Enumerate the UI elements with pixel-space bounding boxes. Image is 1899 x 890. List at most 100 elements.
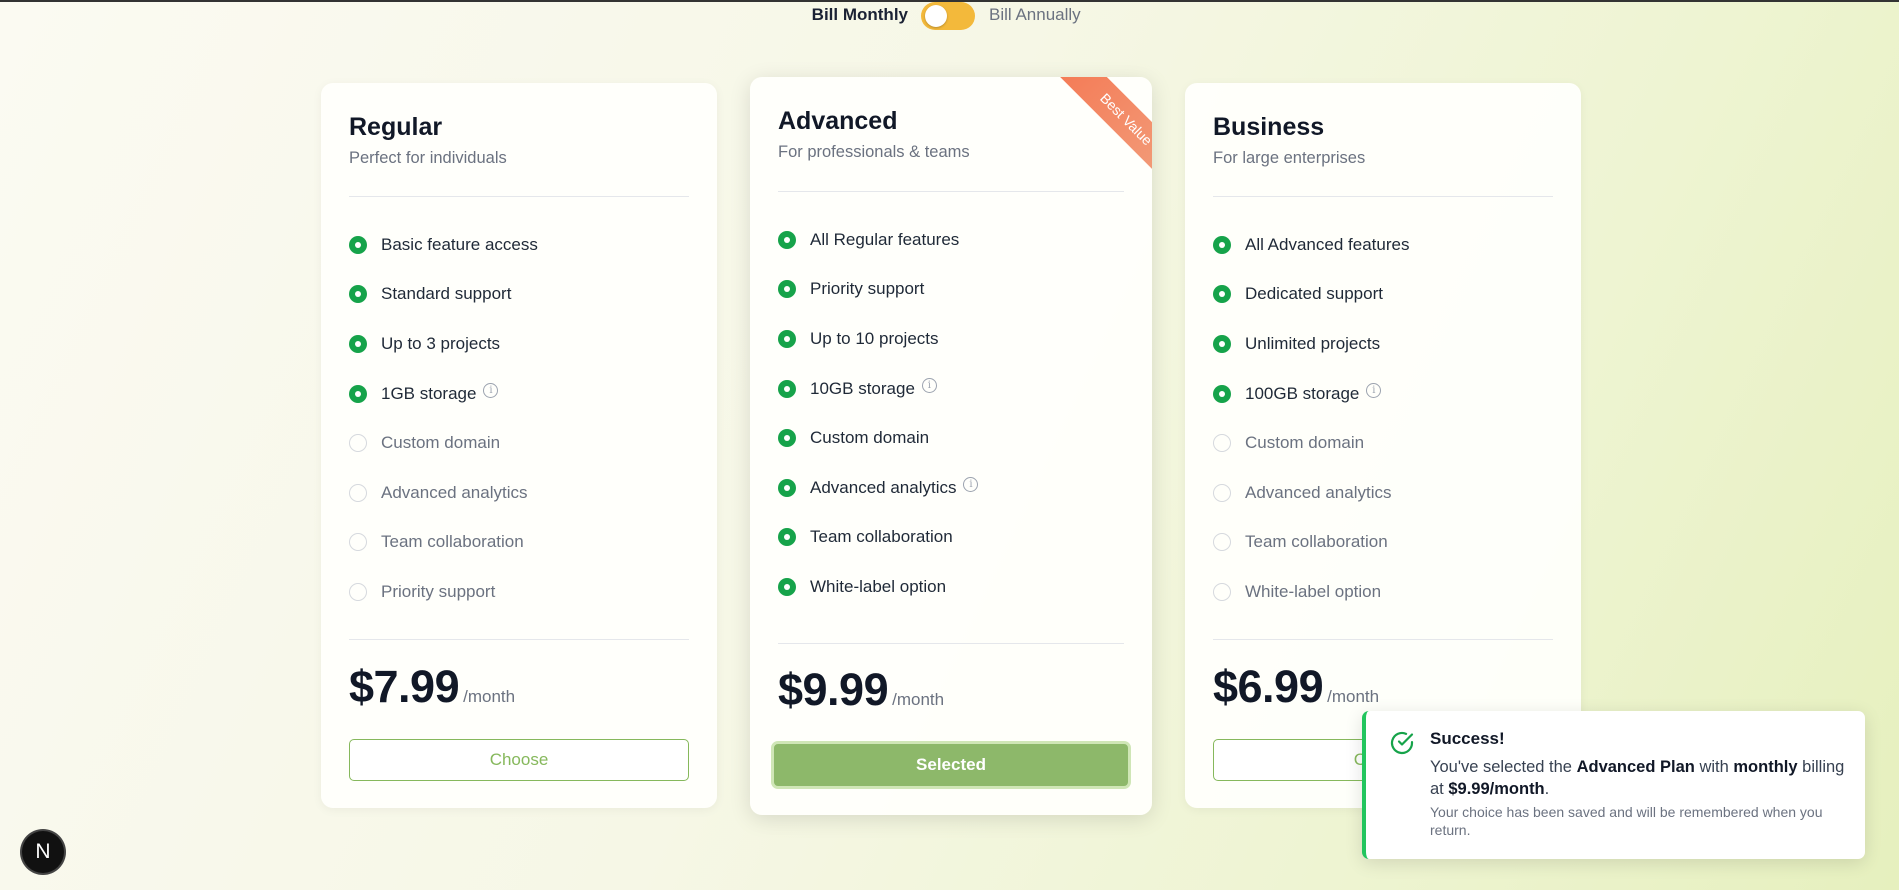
feature-item: Standard support bbox=[349, 270, 689, 320]
info-icon[interactable]: i bbox=[921, 378, 937, 394]
success-toast: Success! You've selected the Advanced Pl… bbox=[1362, 711, 1865, 859]
divider bbox=[778, 643, 1124, 644]
plan-name: Advanced bbox=[778, 107, 898, 135]
feature-label: 10GB storage bbox=[810, 378, 915, 398]
feature-item: Dedicated support bbox=[1213, 270, 1553, 320]
check-dot-icon bbox=[1213, 285, 1231, 304]
feature-item: All Regular features bbox=[778, 215, 1124, 265]
check-dot-icon bbox=[778, 379, 796, 398]
price-row: $7.99/month bbox=[349, 661, 515, 713]
empty-dot-icon bbox=[1213, 434, 1231, 453]
price-row: $6.99/month bbox=[1213, 661, 1379, 713]
check-dot-icon bbox=[1213, 235, 1231, 254]
feature-item: Up to 3 projects bbox=[349, 319, 689, 369]
bill-annually-label[interactable]: Bill Annually bbox=[989, 5, 1081, 25]
feature-list: All Regular features Priority support Up t… bbox=[778, 215, 1124, 612]
feature-item: Custom domain bbox=[778, 413, 1124, 463]
plan-description: Perfect for individuals bbox=[349, 149, 507, 167]
info-icon[interactable]: i bbox=[963, 477, 979, 493]
feature-item: Basic feature access bbox=[349, 220, 689, 270]
check-dot-icon bbox=[778, 280, 796, 299]
check-dot-icon bbox=[349, 384, 367, 403]
plan-description: For professionals & teams bbox=[778, 143, 970, 161]
feature-label: Team collaboration bbox=[810, 527, 953, 547]
price: $6.99 bbox=[1213, 661, 1324, 712]
empty-dot-icon bbox=[1213, 483, 1231, 502]
feature-item: Custom domain bbox=[1213, 418, 1553, 468]
feature-item: White-label option bbox=[1213, 567, 1553, 617]
divider bbox=[778, 191, 1124, 192]
divider bbox=[1213, 639, 1553, 640]
feature-label: 1GB storage bbox=[381, 383, 477, 403]
feature-label: All Regular features bbox=[810, 229, 960, 249]
price-period: /month bbox=[463, 687, 516, 706]
price-period: /month bbox=[892, 690, 945, 709]
feature-item: Team collaboration bbox=[778, 513, 1124, 563]
toast-amount: $9.99/month bbox=[1448, 780, 1545, 798]
feature-item: 100GB storage i bbox=[1213, 369, 1553, 419]
feature-list: All Advanced features Dedicated support Un… bbox=[1213, 220, 1553, 617]
feature-label: Unlimited projects bbox=[1245, 333, 1381, 353]
feature-label: White-label option bbox=[810, 576, 947, 596]
check-dot-icon bbox=[778, 577, 796, 596]
feature-label: Basic feature access bbox=[381, 234, 538, 254]
check-dot-icon bbox=[349, 334, 367, 353]
feature-item: Unlimited projects bbox=[1213, 319, 1553, 369]
empty-dot-icon bbox=[349, 483, 367, 502]
toast-plan: Advanced Plan bbox=[1576, 758, 1695, 776]
check-dot-icon bbox=[349, 285, 367, 304]
check-dot-icon bbox=[778, 478, 796, 497]
feature-label: Custom domain bbox=[381, 433, 501, 453]
price: $9.99 bbox=[778, 664, 889, 715]
toast-note: Your choice has been saved and will be r… bbox=[1430, 804, 1823, 838]
empty-dot-icon bbox=[349, 434, 367, 453]
divider bbox=[349, 196, 689, 197]
check-dot-icon bbox=[778, 329, 796, 348]
check-dot-icon bbox=[778, 230, 796, 249]
check-dot-icon bbox=[1213, 334, 1231, 353]
feature-item: White-label option bbox=[778, 562, 1124, 612]
toast-message: You've selected the Advanced Plan with m… bbox=[1430, 758, 1845, 798]
feature-label: Priority support bbox=[810, 279, 925, 299]
check-circle-icon bbox=[1390, 731, 1414, 755]
toggle-knob bbox=[925, 5, 947, 27]
feature-list: Basic feature access Standard support Up t… bbox=[349, 220, 689, 617]
billing-toggle[interactable] bbox=[921, 2, 975, 30]
plan-name: Regular bbox=[349, 113, 443, 141]
feature-item: Advanced analytics bbox=[1213, 468, 1553, 518]
feature-item: Advanced analytics i bbox=[778, 463, 1124, 513]
info-icon[interactable]: i bbox=[1366, 383, 1382, 399]
empty-dot-icon bbox=[1213, 533, 1231, 552]
feature-label: Custom domain bbox=[1245, 433, 1365, 453]
empty-dot-icon bbox=[349, 533, 367, 552]
choose-button-regular[interactable]: Choose bbox=[349, 739, 689, 781]
feature-item: Priority support bbox=[349, 567, 689, 617]
check-dot-icon bbox=[349, 235, 367, 254]
bill-monthly-label[interactable]: Bill Monthly bbox=[812, 5, 908, 25]
empty-dot-icon bbox=[349, 582, 367, 601]
feature-label: 100GB storage bbox=[1245, 383, 1360, 403]
price-period: /month bbox=[1327, 687, 1380, 706]
feature-label: White-label option bbox=[1245, 581, 1382, 601]
feature-label: Advanced analytics bbox=[810, 477, 957, 497]
empty-dot-icon bbox=[1213, 582, 1231, 601]
info-icon[interactable]: i bbox=[483, 383, 499, 399]
plan-card-advanced: Best Value Advanced For professionals & … bbox=[750, 77, 1152, 815]
feature-label: Advanced analytics bbox=[381, 482, 528, 502]
nextjs-dev-badge[interactable]: N bbox=[22, 831, 64, 873]
feature-item: All Advanced features bbox=[1213, 220, 1553, 270]
feature-item: Team collaboration bbox=[349, 518, 689, 568]
plan-card-regular: Regular Perfect for individuals Basic fe… bbox=[321, 83, 717, 808]
feature-label: Up to 10 projects bbox=[810, 328, 939, 348]
plan-card-business: Business For large enterprises All Advan… bbox=[1185, 83, 1581, 808]
feature-label: Standard support bbox=[381, 284, 512, 304]
price: $7.99 bbox=[349, 661, 460, 712]
feature-label: Custom domain bbox=[810, 428, 930, 448]
feature-label: Advanced analytics bbox=[1245, 482, 1392, 502]
divider bbox=[349, 639, 689, 640]
feature-item: Advanced analytics bbox=[349, 468, 689, 518]
divider bbox=[1213, 196, 1553, 197]
feature-label: Team collaboration bbox=[381, 532, 524, 552]
selected-button-advanced[interactable]: Selected bbox=[771, 741, 1131, 789]
feature-label: Team collaboration bbox=[1245, 532, 1388, 552]
